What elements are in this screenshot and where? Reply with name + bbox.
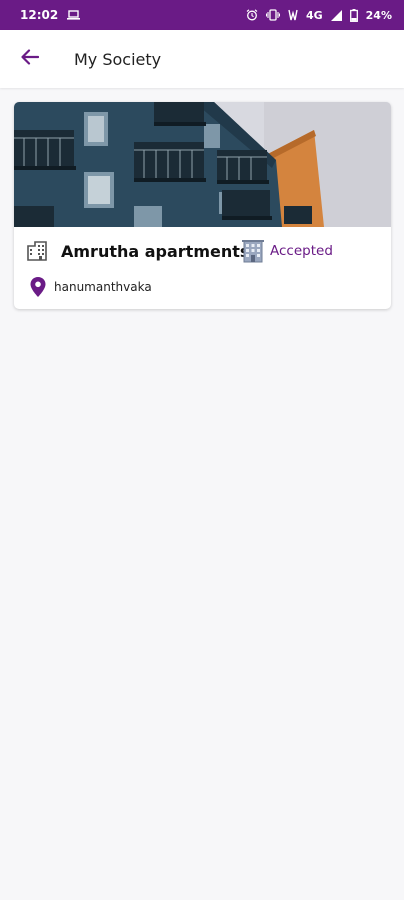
society-info-row: Amrutha apartments Accepted <box>14 227 391 275</box>
battery-icon <box>349 8 358 22</box>
status-icons: 4G 24% <box>246 8 392 22</box>
status-time: 12:02 <box>20 8 59 22</box>
status-bar: 12:02 4G 24% <box>0 0 404 30</box>
laptop-icon <box>67 10 81 20</box>
vibrate-icon <box>265 9 280 21</box>
map-pin-icon <box>30 277 46 297</box>
society-location-row: hanumanthvaka <box>14 275 391 299</box>
battery-percent: 24% <box>365 8 392 22</box>
building-icon <box>27 241 47 261</box>
society-location: hanumanthvaka <box>54 280 152 294</box>
society-name: Amrutha apartments <box>61 241 250 261</box>
page-title: My Society <box>74 49 162 69</box>
society-photo <box>14 102 391 227</box>
arrow-left-icon <box>21 49 40 69</box>
society-card[interactable]: Amrutha apartments Accepted hanumanthvak… <box>14 102 391 309</box>
network-type: 4G <box>305 8 323 22</box>
alarm-icon <box>246 9 258 21</box>
app-bar: My Society <box>0 30 404 88</box>
back-button[interactable] <box>10 39 50 79</box>
status-badge: Accepted <box>270 243 333 259</box>
volte-icon <box>288 9 298 21</box>
signal-icon <box>330 9 342 21</box>
apartment-block-icon <box>241 239 265 263</box>
